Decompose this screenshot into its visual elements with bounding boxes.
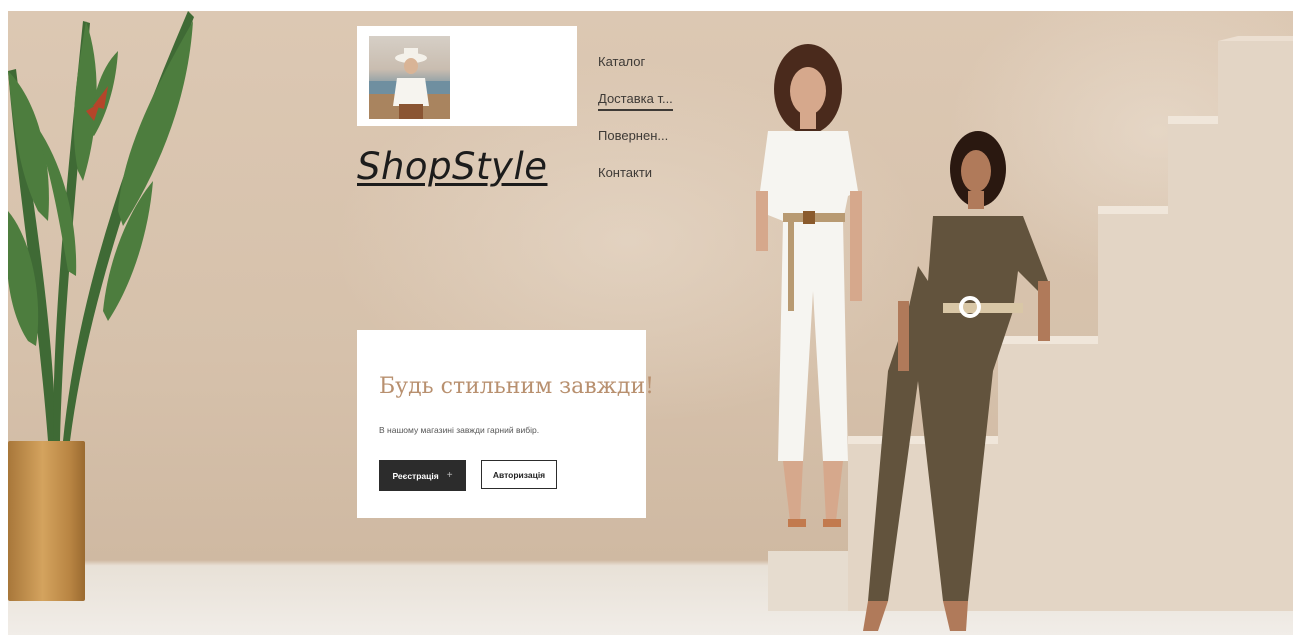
promo-card: Будь стильним завжди! В нашому магазині … [357,330,654,518]
register-button-label: Реєстрація [392,470,439,481]
nav-item-catalog[interactable]: Каталог [598,53,680,90]
logo-thumbnail-image [369,36,450,119]
promo-title: Будь стильним завжди! [379,374,654,399]
register-button[interactable]: Реєстрація + [379,460,466,491]
plus-icon: + [446,470,453,481]
logo-card[interactable] [357,26,577,126]
nav-item-returns[interactable]: Повернен... [598,127,680,164]
nav-item-delivery[interactable]: Доставка т... [598,90,680,127]
main-nav: Каталог Доставка т... Повернен... Контак… [598,53,698,201]
promo-subtitle: В нашому магазині завжди гарний вибір. [379,425,540,435]
hero-banner: ShopStyle Каталог Доставка т... Повернен… [8,11,1293,635]
models-image [756,44,1050,631]
plant-pot [8,441,85,601]
login-button-label: Авторизація [492,469,546,480]
login-button[interactable]: Авторизація [481,460,557,489]
brand-logo-text[interactable]: ShopStyle [357,145,587,188]
nav-item-contacts[interactable]: Контакти [598,164,680,201]
